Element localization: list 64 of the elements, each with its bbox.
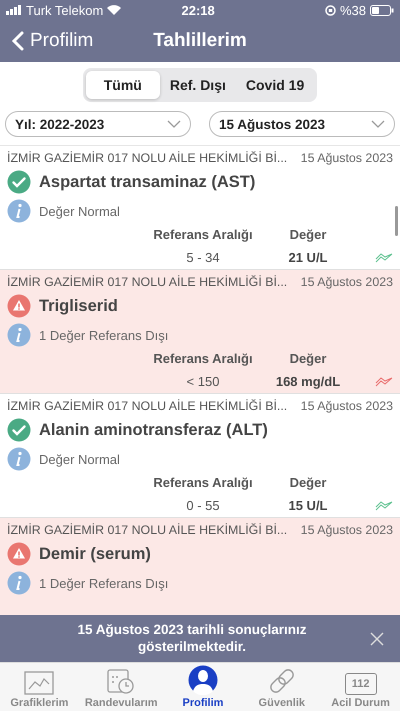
battery-percent: %38 <box>340 2 366 18</box>
check-icon <box>7 170 31 194</box>
segment-tab[interactable]: Tümü <box>86 71 160 99</box>
status-note: 1 Değer Referans Dışı <box>39 328 168 342</box>
scrollbar <box>395 206 398 236</box>
info-icon <box>7 447 31 471</box>
chevron-down-icon <box>167 120 181 128</box>
signal-icon <box>6 5 22 15</box>
result-card[interactable]: İZMİR GAZİEMİR 017 NOLU AİLE HEKİMLİĞİ Bİ... 15 Ağustos 2023 Trigliserid 1 Değer Referans Dışı Referans Aralığı Değer < 150 168 mg/dL <box>0 270 400 394</box>
trend-icon[interactable] <box>375 500 393 510</box>
status-note: Değer Normal <box>39 452 120 466</box>
result-value: 21 U/L <box>287 250 328 265</box>
result-value: 168 mg/dL <box>274 374 342 389</box>
rotation-lock-icon <box>324 4 336 16</box>
back-button[interactable]: Profilim <box>0 30 106 52</box>
test-name: Alanin aminotransferaz (ALT) <box>39 420 268 440</box>
info-icon <box>7 571 31 595</box>
trend-icon[interactable] <box>375 376 393 386</box>
test-name: Trigliserid <box>39 296 118 316</box>
status-note: 1 Değer Referans Dışı <box>39 576 168 590</box>
tab-bar-item[interactable]: Profilim <box>164 663 242 711</box>
clock-time: 22:18 <box>180 2 216 18</box>
column-label: Değer <box>288 227 328 242</box>
warning-icon <box>7 542 31 566</box>
chevron-left-icon <box>12 31 24 51</box>
dropdown[interactable]: 15 Ağustos 2023 <box>209 111 395 137</box>
reference-range: < 150 <box>186 374 220 389</box>
test-name: Demir (serum) <box>39 544 151 564</box>
trend-icon[interactable] <box>375 252 393 262</box>
chevron-down-icon <box>371 120 385 128</box>
check-icon <box>7 418 31 442</box>
column-label: Değer <box>288 475 328 490</box>
carrier-name: Turk Telekom <box>26 2 104 18</box>
institution-name: İZMİR GAZİEMİR 017 NOLU AİLE HEKİMLİĞİ Bİ... <box>7 151 288 165</box>
reference-range: 0 - 55 <box>185 498 221 513</box>
column-label: Değer <box>288 351 328 366</box>
page-title: Tahlillerim <box>153 30 247 52</box>
result-date: 15 Ağustos 2023 <box>300 151 393 165</box>
institution-name: İZMİR GAZİEMİR 017 NOLU AİLE HEKİMLİĞİ Bİ... <box>7 523 288 537</box>
info-icon <box>7 199 31 223</box>
column-label: Referans Aralığı <box>152 351 254 366</box>
column-label: Referans Aralığı <box>152 475 254 490</box>
result-date: 15 Ağustos 2023 <box>300 399 393 413</box>
institution-name: İZMİR GAZİEMİR 017 NOLU AİLE HEKİMLİĞİ Bİ... <box>7 275 288 289</box>
calendar-clock-icon <box>106 667 136 695</box>
result-date: 15 Ağustos 2023 <box>300 275 393 289</box>
info-icon <box>7 323 31 347</box>
reference-range: 5 - 34 <box>185 250 221 265</box>
segment-tab[interactable]: Covid 19 <box>236 71 314 99</box>
person-icon <box>188 665 218 695</box>
chart-icon <box>24 671 54 695</box>
battery-icon <box>370 4 394 16</box>
dropdown[interactable]: Yıl: 2022-2023 <box>5 111 191 137</box>
test-name: Aspartat transaminaz (AST) <box>39 172 256 192</box>
wifi-icon <box>107 5 122 15</box>
emergency-number: 112 <box>344 673 377 695</box>
status-note: Değer Normal <box>39 204 120 218</box>
result-date: 15 Ağustos 2023 <box>300 523 393 537</box>
result-value: 15 U/L <box>287 498 328 513</box>
segment-tab[interactable]: Ref. Dışı <box>160 71 236 99</box>
institution-name: İZMİR GAZİEMİR 017 NOLU AİLE HEKİMLİĞİ Bİ... <box>7 399 288 413</box>
column-label: Referans Aralığı <box>152 227 254 242</box>
warning-icon <box>7 294 31 318</box>
close-icon <box>370 632 384 646</box>
